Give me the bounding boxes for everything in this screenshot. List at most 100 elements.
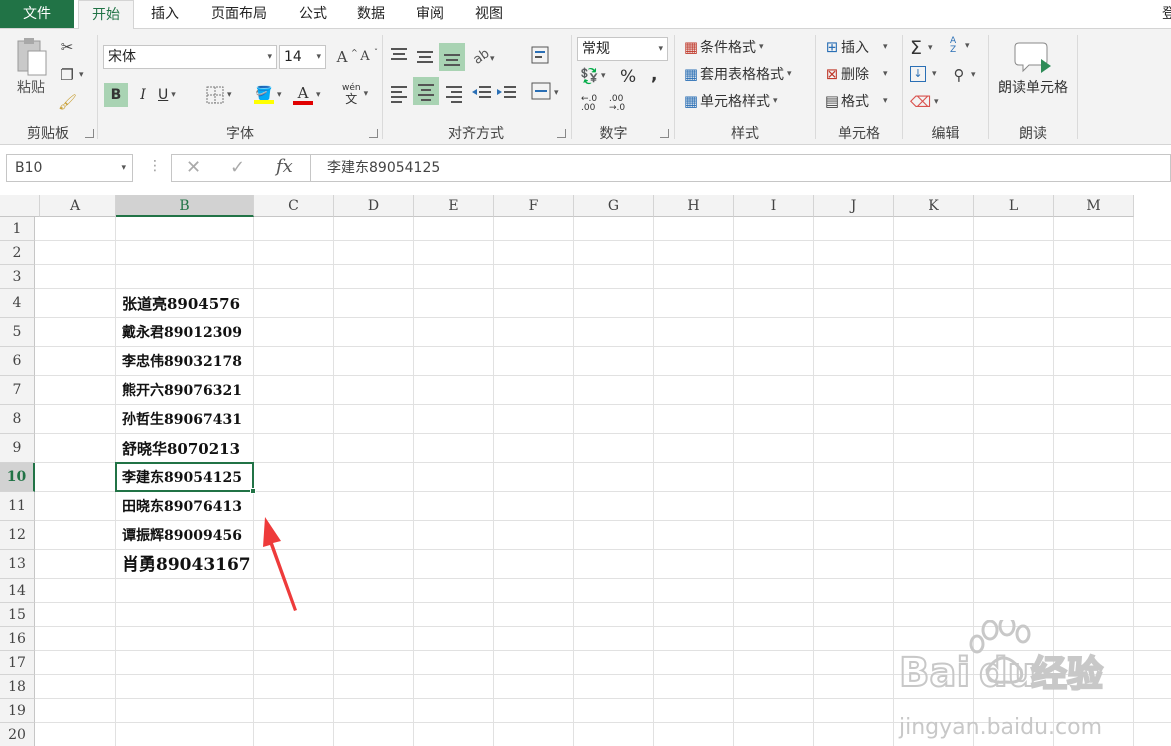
- ribbon-tab-row: 文件 开始 插入 页面布局 公式 数据 审阅 视图 登: [0, 0, 1171, 29]
- border-button[interactable]: ▾: [206, 83, 232, 107]
- row-header-4[interactable]: 4: [0, 289, 35, 318]
- cell-b8[interactable]: 孙哲生89067431: [116, 405, 254, 434]
- insert-cells-button[interactable]: ⊞ 插入 ▾: [823, 37, 888, 57]
- row-header-20[interactable]: 20: [0, 723, 35, 746]
- tab-data[interactable]: 数据: [346, 0, 396, 28]
- column-header-d[interactable]: D: [334, 195, 414, 217]
- row-header-14[interactable]: 14: [0, 579, 35, 603]
- cell-b4[interactable]: 张道亮8904576: [116, 289, 254, 318]
- row-header-1[interactable]: 1: [0, 217, 35, 241]
- delete-cells-button[interactable]: ⊠ 删除 ▾: [823, 64, 888, 84]
- cut-button[interactable]: ✂: [58, 38, 76, 56]
- column-header-e[interactable]: E: [414, 195, 494, 217]
- row-header-2[interactable]: 2: [0, 241, 35, 265]
- percent-button[interactable]: %: [620, 67, 636, 87]
- row-header-8[interactable]: 8: [0, 405, 35, 434]
- copy-button[interactable]: ❐ ▾: [58, 66, 83, 84]
- tab-review[interactable]: 审阅: [405, 0, 455, 28]
- row-header-9[interactable]: 9: [0, 434, 35, 463]
- row-header-6[interactable]: 6: [0, 347, 35, 376]
- shrink-font-button[interactable]: Aˇ: [356, 48, 378, 66]
- clear-button[interactable]: ⌫ ▾: [910, 93, 939, 111]
- tab-view[interactable]: 视图: [464, 0, 514, 28]
- column-header-h[interactable]: H: [654, 195, 734, 217]
- phonetic-button[interactable]: wén 文 ▾: [342, 81, 368, 107]
- row-header-15[interactable]: 15: [0, 603, 35, 627]
- column-header-c[interactable]: C: [254, 195, 334, 217]
- font-size-select[interactable]: 14 ▾: [279, 45, 326, 69]
- alignment-launcher-icon[interactable]: [557, 129, 566, 138]
- formula-input[interactable]: 李建东89054125: [311, 154, 1171, 182]
- column-header-partial[interactable]: [0, 195, 40, 217]
- font-color-button[interactable]: A ▾: [293, 83, 321, 107]
- tab-home[interactable]: 开始: [78, 0, 134, 29]
- paste-button[interactable]: 粘贴: [12, 37, 50, 97]
- column-header-a[interactable]: A: [35, 195, 116, 217]
- conditional-format-button[interactable]: ▦ 条件格式 ▾: [682, 37, 764, 57]
- cell-styles-button[interactable]: ▦ 单元格样式 ▾: [682, 91, 778, 111]
- column-header-l[interactable]: L: [974, 195, 1054, 217]
- cell-b7[interactable]: 熊开六89076321: [116, 376, 254, 405]
- clipboard-launcher-icon[interactable]: [85, 129, 94, 138]
- row-header-7[interactable]: 7: [0, 376, 35, 405]
- fill-color-button[interactable]: 🪣 ▾: [254, 83, 282, 107]
- column-header-b[interactable]: B: [116, 195, 254, 217]
- fill-handle[interactable]: [250, 488, 256, 494]
- tab-formulas[interactable]: 公式: [288, 0, 338, 28]
- read-cells-button[interactable]: 朗读单元格: [994, 39, 1072, 97]
- grid-row-line: [35, 602, 1171, 603]
- enter-icon[interactable]: ✓: [230, 157, 245, 178]
- cancel-icon[interactable]: ✕: [186, 157, 201, 178]
- italic-button[interactable]: I: [132, 83, 154, 107]
- row-header-16[interactable]: 16: [0, 627, 35, 651]
- column-header-f[interactable]: F: [494, 195, 574, 217]
- row-header-12[interactable]: 12: [0, 521, 35, 550]
- cell-b13[interactable]: 肖勇89043167: [116, 550, 254, 579]
- row-header-19[interactable]: 19: [0, 699, 35, 723]
- accounting-format-button[interactable]: 💱 ▾: [580, 67, 606, 85]
- row-header-13[interactable]: 13: [0, 550, 35, 579]
- sort-filter-button[interactable]: A Z ▾: [950, 37, 970, 55]
- row-header-3[interactable]: 3: [0, 265, 35, 289]
- comma-button[interactable]: ,: [651, 65, 657, 85]
- tab-insert[interactable]: 插入: [140, 0, 190, 28]
- row-header-17[interactable]: 17: [0, 651, 35, 675]
- grow-font-button[interactable]: A ^: [333, 48, 358, 67]
- font-name-select[interactable]: 宋体 ▾: [103, 45, 277, 69]
- name-box[interactable]: B10 ▾: [6, 154, 133, 182]
- row-header-10[interactable]: 10: [0, 463, 35, 492]
- tab-file[interactable]: 文件: [0, 0, 74, 28]
- fill-button[interactable]: ↓ ▾: [910, 66, 937, 82]
- decrease-decimal-button[interactable]: .00 →.0: [609, 95, 635, 113]
- find-select-button[interactable]: ⚲ ▾: [950, 66, 976, 84]
- number-launcher-icon[interactable]: [660, 129, 669, 138]
- font-launcher-icon[interactable]: [369, 129, 378, 138]
- cell-b11[interactable]: 田晓东89076413: [116, 492, 254, 521]
- cell-b12[interactable]: 谭振辉89009456: [116, 521, 254, 550]
- row-header-11[interactable]: 11: [0, 492, 35, 521]
- column-header-j[interactable]: J: [814, 195, 894, 217]
- svg-text:Bai: Bai: [899, 650, 970, 696]
- cell-b9[interactable]: 舒晓华8070213: [116, 434, 254, 463]
- worksheet-grid[interactable]: ABCDEFGHIJKLM 1 2 3 4 5 6 7 8 9 10 11 12 13 14 15 16 17 1…: [0, 195, 1171, 746]
- increase-decimal-button[interactable]: ←.0 .00: [581, 95, 607, 113]
- tab-login-partial[interactable]: 登: [1162, 0, 1171, 28]
- tab-page-layout[interactable]: 页面布局: [200, 0, 278, 28]
- cell-b5[interactable]: 戴永君89012309: [116, 318, 254, 347]
- underline-button[interactable]: U ▾: [158, 83, 176, 107]
- row-header-5[interactable]: 5: [0, 318, 35, 347]
- format-as-table-button[interactable]: ▦ 套用表格格式 ▾: [682, 64, 792, 84]
- column-header-i[interactable]: I: [734, 195, 814, 217]
- column-header-g[interactable]: G: [574, 195, 654, 217]
- cell-b6[interactable]: 李忠伟89032178: [116, 347, 254, 376]
- insert-function-icon[interactable]: fx: [276, 156, 293, 177]
- number-format-select[interactable]: 常规 ▾: [577, 37, 668, 61]
- column-header-m[interactable]: M: [1054, 195, 1134, 217]
- chevron-down-icon: ▾: [658, 44, 663, 54]
- column-header-k[interactable]: K: [894, 195, 974, 217]
- format-painter-button[interactable]: 🖌: [58, 93, 77, 111]
- bold-button[interactable]: B: [104, 83, 128, 107]
- row-header-18[interactable]: 18: [0, 675, 35, 699]
- format-cells-button[interactable]: ▤ 格式 ▾: [823, 91, 888, 111]
- autosum-button[interactable]: Σ ▾: [910, 37, 933, 59]
